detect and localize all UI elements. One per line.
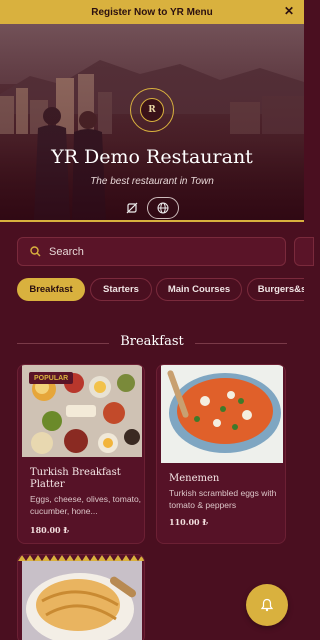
search-icon xyxy=(30,246,41,257)
menu-item-card[interactable]: Turkish Breakfast Platter Eggs, cheese, … xyxy=(17,364,145,544)
crepe-image xyxy=(22,561,142,640)
restaurant-subtitle: The best restaurant in Town xyxy=(90,176,214,187)
menu-item-card[interactable] xyxy=(17,554,145,640)
menemen-image xyxy=(161,365,283,463)
restaurant-logo: R xyxy=(130,88,174,132)
menu-item-card[interactable]: Menemen Turkish scrambled eggs with toma… xyxy=(156,364,286,544)
language-button[interactable] xyxy=(147,197,179,219)
tab-breakfast[interactable]: Breakfast xyxy=(17,278,85,301)
hero-section: R YR Demo Restaurant The best restaurant… xyxy=(0,24,304,220)
globe-icon xyxy=(157,202,169,214)
banner-text: Register Now to YR Menu xyxy=(91,6,213,18)
hero-divider xyxy=(0,220,304,222)
logo-letter: R xyxy=(140,98,164,122)
item-name: Menemen xyxy=(169,473,220,484)
card-edge-decoration xyxy=(277,461,285,467)
hero-actions xyxy=(125,197,179,219)
item-description: Turkish scrambled eggs with tomato & pep… xyxy=(169,488,277,510)
close-icon[interactable]: ✕ xyxy=(284,4,294,18)
filter-button[interactable] xyxy=(294,237,314,266)
section-title: Breakfast xyxy=(120,334,184,349)
category-tabs: Breakfast Starters Main Courses Burgers&… xyxy=(17,278,304,302)
no-allergen-icon[interactable] xyxy=(125,201,139,215)
restaurant-title: YR Demo Restaurant xyxy=(51,146,253,168)
item-price: 110.00 ₺ xyxy=(169,517,208,527)
tab-main-courses[interactable]: Main Courses xyxy=(156,278,242,301)
item-price: 180.00 ₺ xyxy=(30,525,69,535)
popular-badge: POPULAR xyxy=(29,372,74,384)
tab-burgers[interactable]: Burgers&s xyxy=(247,278,304,301)
section-line-right xyxy=(195,343,287,344)
item-name: Turkish Breakfast Platter xyxy=(30,467,121,490)
tab-starters[interactable]: Starters xyxy=(90,278,152,301)
notification-button[interactable] xyxy=(246,584,288,626)
register-banner[interactable]: Register Now to YR Menu ✕ xyxy=(0,0,304,24)
search-bar[interactable] xyxy=(17,237,286,266)
bell-icon xyxy=(260,598,274,612)
item-description: Eggs, cheese, olives, tomato, cucumber, … xyxy=(30,494,142,516)
search-input[interactable] xyxy=(49,245,269,258)
